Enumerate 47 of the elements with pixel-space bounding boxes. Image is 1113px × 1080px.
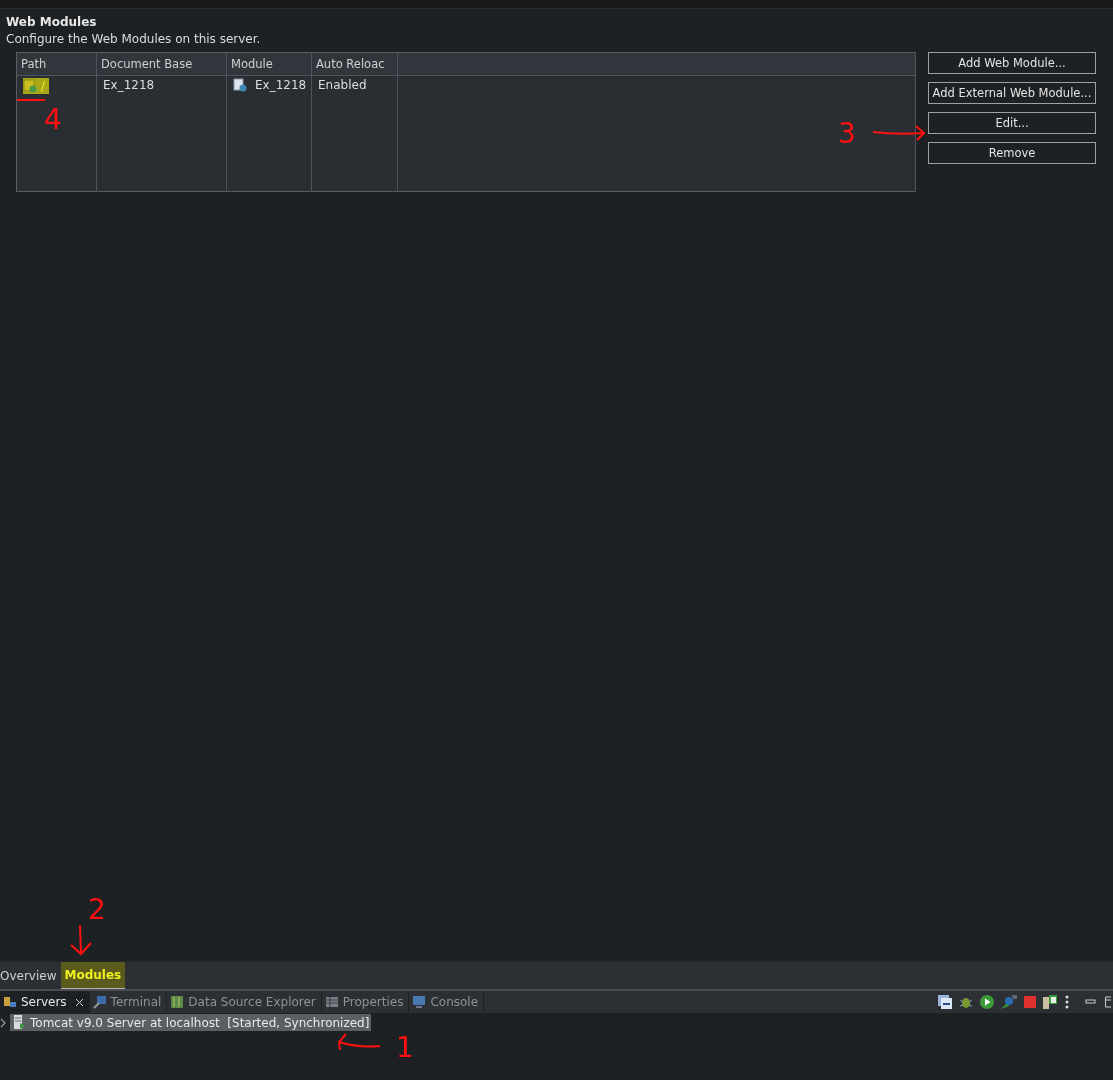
arrow-mark (872, 125, 926, 141)
maximize-icon[interactable] (1105, 996, 1111, 1008)
clock-run-icon[interactable] (1001, 995, 1017, 1009)
path-cell: / (23, 78, 50, 94)
column-header[interactable]: Path (16, 52, 97, 76)
column-header[interactable]: Auto Reloac (311, 52, 398, 76)
minimize-icon[interactable] (1084, 997, 1098, 1007)
view-tab[interactable]: Console (409, 991, 485, 1013)
view-tab[interactable]: Data Source Explorer (167, 991, 322, 1013)
terminal-icon (92, 995, 107, 1009)
handwritten-number: 2 (88, 896, 106, 924)
web-folder-icon (23, 79, 37, 93)
handwritten-number: 4 (44, 106, 62, 134)
view-tab[interactable]: Terminal (89, 991, 168, 1013)
editor-tab[interactable]: Overview (0, 962, 61, 989)
handwritten-number: 1 (396, 1034, 414, 1062)
section-title: Web Modules (6, 15, 97, 29)
editor-tab[interactable]: Modules (60, 962, 126, 989)
servers-icon (3, 995, 17, 1009)
column-header[interactable]: Document Base (96, 52, 227, 76)
more-icon[interactable] (1065, 995, 1069, 1009)
bug-icon[interactable] (959, 995, 973, 1009)
handwritten-number: 3 (838, 120, 856, 148)
publish-icon[interactable] (1043, 994, 1058, 1010)
server-icon (14, 1015, 26, 1030)
action-button[interactable]: Add Web Module... (928, 52, 1096, 74)
map-icon (170, 995, 185, 1009)
view-tab[interactable]: Servers (0, 991, 90, 1013)
arrow-mark (70, 924, 92, 956)
table-cell: Ex_1218 (255, 78, 307, 92)
underline-mark (16, 98, 46, 102)
play-icon[interactable] (980, 995, 994, 1009)
monitor-icon (412, 995, 427, 1009)
section-description: Configure the Web Modules on this server. (6, 32, 261, 46)
column-header[interactable]: Module (226, 52, 312, 76)
collapse-icon[interactable] (938, 995, 952, 1009)
table-cell: Enabled (318, 78, 367, 92)
action-button[interactable]: Edit... (928, 112, 1096, 134)
table-cell: Ex_1218 (103, 78, 155, 92)
server-item[interactable]: Tomcat v9.0 Server at localhost [Started, Synchronized] (10, 1014, 372, 1031)
view-tab[interactable]: Properties (321, 991, 410, 1013)
close-icon[interactable] (74, 997, 84, 1007)
table-icon (324, 995, 339, 1009)
arrow-mark (336, 1033, 382, 1051)
action-button[interactable]: Add External Web Module... (928, 82, 1096, 104)
web-module-icon (233, 78, 247, 92)
action-button[interactable]: Remove (928, 142, 1096, 164)
